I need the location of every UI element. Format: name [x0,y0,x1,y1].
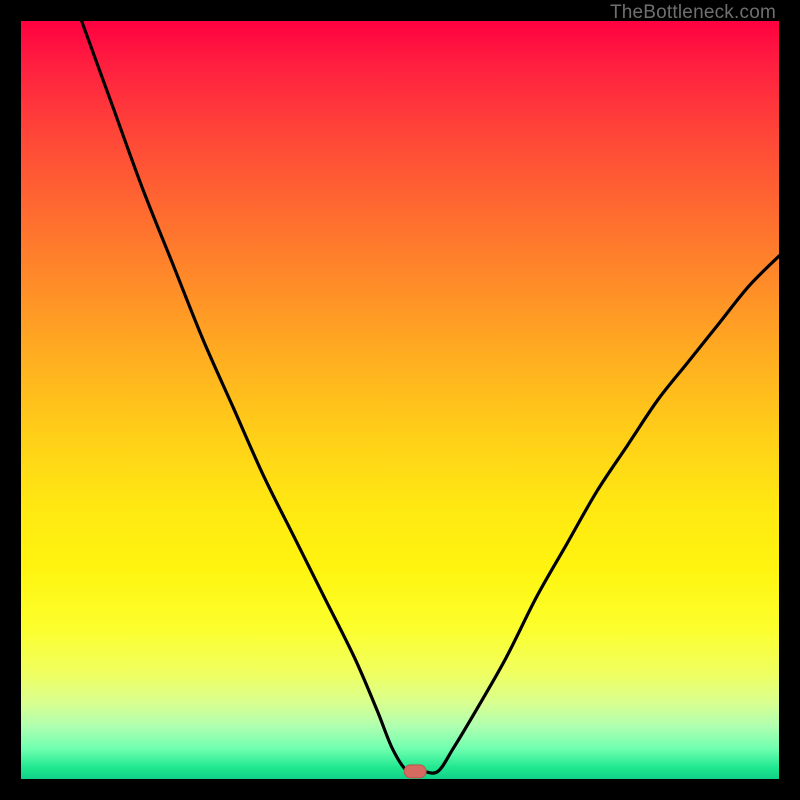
watermark-text: TheBottleneck.com [610,2,776,24]
bottleneck-curve-path [82,21,779,773]
chart-frame: TheBottleneck.com [0,0,800,800]
curve-layer [21,21,779,779]
min-marker [404,765,426,778]
plot-area [21,21,779,779]
